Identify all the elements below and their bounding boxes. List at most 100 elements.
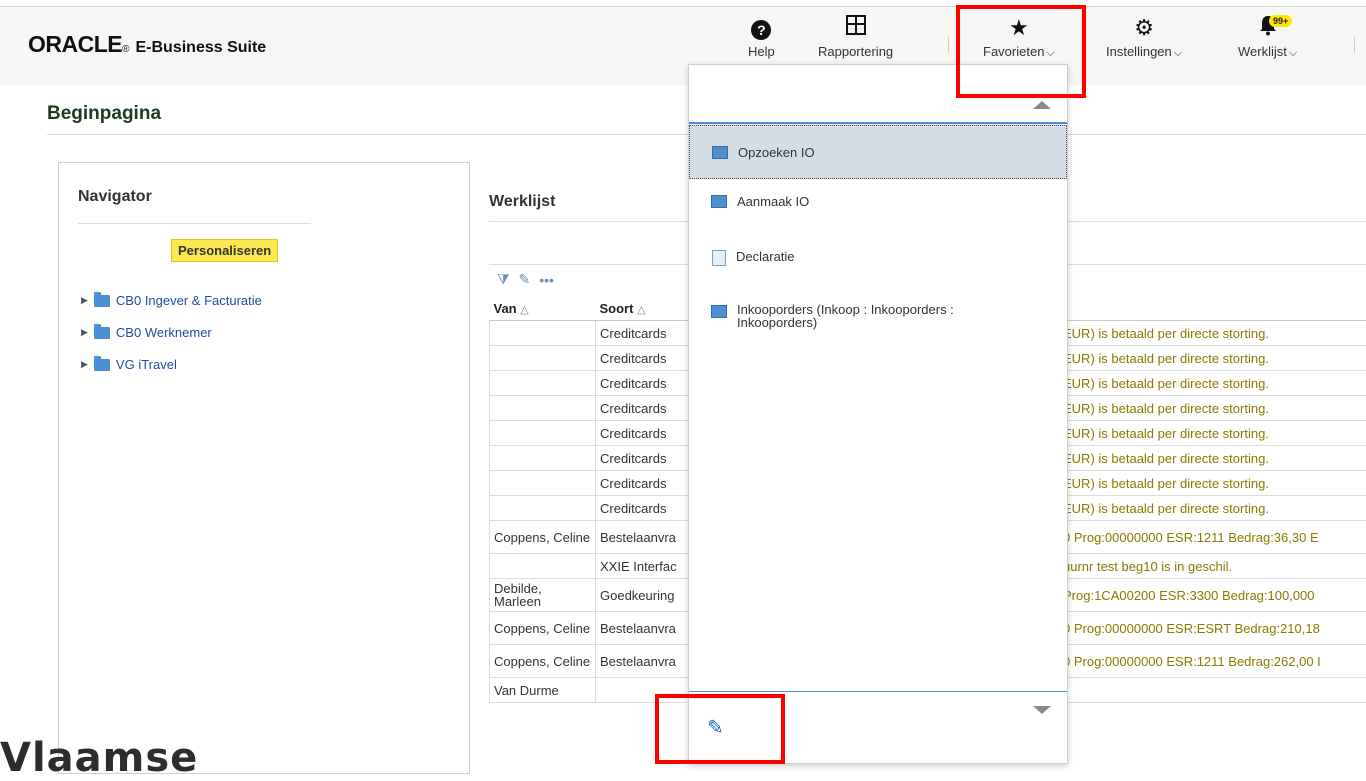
more-icon[interactable]: ••• [539, 272, 554, 288]
logo-product-text: E-Business Suite [136, 39, 267, 57]
favorite-item-aanmaak-io[interactable]: Aanmaak IO [689, 195, 1065, 208]
reporting-button[interactable]: Rapportering [818, 14, 893, 59]
favorite-item-label: Opzoeken IO [738, 146, 815, 159]
personalize-button[interactable]: Personaliseren [171, 239, 278, 262]
column-header-van[interactable]: Van △ [490, 296, 596, 321]
cell-van [490, 421, 596, 446]
gear-icon: ⚙ [1106, 14, 1182, 42]
chevron-down-icon: ⌵ [1289, 47, 1297, 59]
expand-triangle-icon[interactable]: ▶ [81, 295, 88, 306]
cell-soort[interactable]: Creditcards [596, 421, 690, 446]
worklist-button[interactable]: 99+ Werklijst⌵ [1238, 14, 1297, 60]
cell-van: Coppens, Celine [490, 521, 596, 554]
header-separator [1354, 37, 1355, 53]
help-icon: ? [748, 14, 775, 42]
tree-item-label: CB0 Ingever & Facturatie [116, 293, 262, 308]
help-button[interactable]: ? Help [748, 14, 775, 59]
favorite-item-label: Declaratie [736, 250, 795, 263]
cell-van: Coppens, Celine [490, 612, 596, 645]
settings-label: Instellingen⌵ [1106, 44, 1182, 60]
oracle-logo[interactable]: ORACLE® E-Business Suite [28, 31, 266, 58]
tree-item-label: VG iTravel [116, 357, 177, 372]
cell-soort[interactable]: XXIE Interfac [596, 554, 690, 579]
cell-soort[interactable]: Creditcards [596, 496, 690, 521]
cell-message[interactable] [1059, 678, 1366, 703]
cell-message[interactable]: 0 Prog:00000000 ESR:1211 Bedrag:36,30 E [1059, 521, 1366, 554]
worklist-label: Werklijst⌵ [1238, 44, 1297, 60]
folder-icon [94, 359, 110, 371]
folder-icon [94, 295, 110, 307]
favorites-dropdown: Opzoeken IO Aanmaak IO Declaratie Inkoop… [688, 64, 1068, 764]
cell-message[interactable]: EUR) is betaald per directe storting. [1059, 496, 1366, 521]
expand-triangle-icon[interactable]: ▶ [81, 327, 88, 338]
cell-soort[interactable]: Creditcards [596, 321, 690, 346]
cell-message[interactable]: EUR) is betaald per directe storting. [1059, 446, 1366, 471]
settings-button[interactable]: ⚙ Instellingen⌵ [1106, 14, 1182, 60]
cell-van [490, 446, 596, 471]
scroll-up-icon[interactable] [1033, 101, 1051, 109]
cell-soort[interactable]: Creditcards [596, 346, 690, 371]
tree-item-ingever-facturatie[interactable]: ▶ CB0 Ingever & Facturatie [81, 293, 262, 308]
cell-message[interactable]: 0 Prog:00000000 ESR:1211 Bedrag:262,00 I [1059, 645, 1366, 678]
tree-item-werknemer[interactable]: ▶ CB0 Werknemer [81, 325, 212, 340]
worklist-title: Werklijst [489, 193, 555, 211]
cell-van [490, 496, 596, 521]
column-header-hidden [1059, 296, 1366, 321]
highlight-box-favorites [956, 5, 1086, 98]
cell-message[interactable]: EUR) is betaald per directe storting. [1059, 396, 1366, 421]
cell-van [490, 554, 596, 579]
cell-message[interactable]: EUR) is betaald per directe storting. [1059, 421, 1366, 446]
cell-van: Coppens, Celine [490, 645, 596, 678]
navigator-divider [78, 223, 311, 224]
cell-soort[interactable]: Bestelaanvra [596, 521, 690, 554]
favorite-item-declaratie[interactable]: Declaratie [689, 250, 1065, 266]
cell-message[interactable]: uurnr test beg10 is in geschil. [1059, 554, 1366, 579]
form-icon [711, 195, 727, 208]
sort-icon[interactable]: △ [637, 304, 645, 316]
cell-soort[interactable]: Creditcards [596, 446, 690, 471]
reporting-label: Rapportering [818, 44, 893, 59]
filter-icon[interactable]: ⧩ [497, 271, 510, 288]
cell-soort[interactable]: Bestelaanvra [596, 645, 690, 678]
cell-message[interactable]: EUR) is betaald per directe storting. [1059, 371, 1366, 396]
favorite-item-inkooporders[interactable]: Inkooporders (Inkoop : Inkooporders : In… [689, 303, 1065, 329]
sort-icon[interactable]: △ [520, 304, 528, 316]
tree-item-label: CB0 Werknemer [116, 325, 212, 340]
cell-message[interactable]: 0 Prog:00000000 ESR:ESRT Bedrag:210,18 [1059, 612, 1366, 645]
logo-oracle-text: ORACLE [28, 31, 122, 58]
cell-message[interactable]: EUR) is betaald per directe storting. [1059, 321, 1366, 346]
cell-message[interactable]: EUR) is betaald per directe storting. [1059, 346, 1366, 371]
cell-van [490, 371, 596, 396]
navigator-title: Navigator [78, 188, 152, 206]
cell-message[interactable]: Prog:1CA00200 ESR:3300 Bedrag:100,000 [1059, 579, 1366, 612]
cell-soort[interactable]: Bestelaanvra [596, 612, 690, 645]
chevron-down-icon: ⌵ [1174, 47, 1182, 59]
global-header: ORACLE® E-Business Suite ? Help Rapporte… [0, 7, 1366, 85]
dropdown-top-divider [689, 122, 1067, 124]
favorite-item-opzoeken-io[interactable]: Opzoeken IO [689, 125, 1067, 179]
registered-mark: ® [122, 44, 129, 55]
reporting-icon [818, 14, 893, 42]
column-header-soort[interactable]: Soort △ [596, 296, 690, 321]
document-icon [712, 250, 726, 266]
worklist-toolbar: ⧩ ✎ ••• [497, 271, 554, 288]
worklist-badge: 99+ [1269, 15, 1292, 27]
cell-soort[interactable]: Goedkeuring [596, 579, 690, 612]
help-label: Help [748, 44, 775, 59]
favorite-item-label: Aanmaak IO [737, 195, 809, 208]
page-title: Beginpagina [47, 103, 161, 125]
scroll-down-icon[interactable] [1033, 706, 1051, 714]
cell-message[interactable]: EUR) is betaald per directe storting. [1059, 471, 1366, 496]
cell-soort[interactable]: Creditcards [596, 371, 690, 396]
cell-van [490, 321, 596, 346]
attach-icon[interactable]: ✎ [519, 271, 531, 288]
expand-triangle-icon[interactable]: ▶ [81, 359, 88, 370]
folder-icon [94, 327, 110, 339]
form-icon [712, 146, 728, 159]
cell-van [490, 471, 596, 496]
tree-item-itravel[interactable]: ▶ VG iTravel [81, 357, 177, 372]
cell-soort[interactable]: Creditcards [596, 396, 690, 421]
cell-soort[interactable]: Creditcards [596, 471, 690, 496]
cell-van: Van Durme [490, 678, 596, 703]
highlight-box-edit [655, 694, 785, 764]
